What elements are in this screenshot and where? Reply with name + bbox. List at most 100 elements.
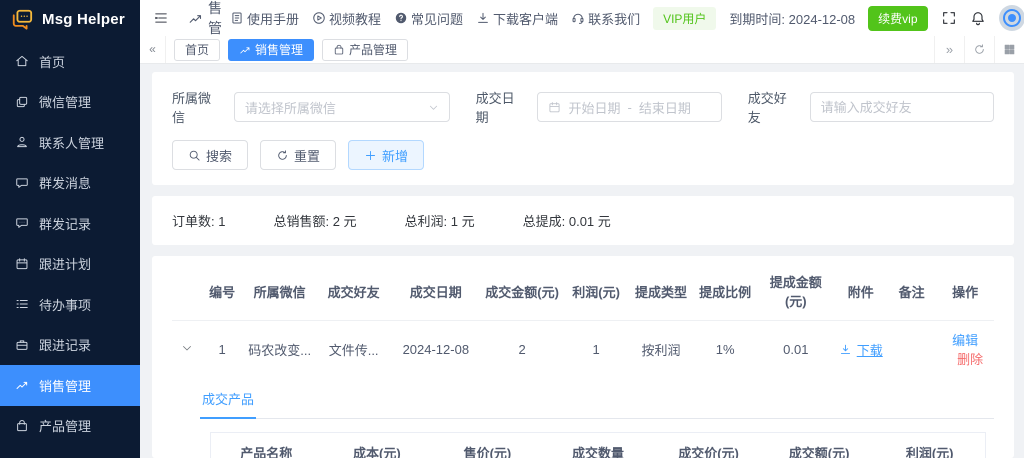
add-button[interactable]: 新增 <box>348 140 424 170</box>
table-header-row: 编号 所属微信 成交好友 成交日期 成交金额(元) 利润(元) 提成类型 提成比… <box>172 260 994 321</box>
add-button-label: 新增 <box>382 146 408 165</box>
delete-link[interactable]: 删除 <box>957 352 983 367</box>
tabs-scroll-right-icon[interactable]: » <box>934 36 964 63</box>
sub-header-product-name: 产品名称 <box>211 433 322 458</box>
header-friend: 成交好友 <box>317 260 391 321</box>
filter-buttons: 搜索 重置 新增 <box>172 140 994 170</box>
headset-icon <box>571 11 585 25</box>
page-content: 所属微信 请选择所属微信 成交日期 开始日期 - 结束日期 <box>140 64 1024 458</box>
sidebar-item-followup-plan[interactable]: 跟进计划 <box>0 244 140 285</box>
sidebar-item-sales[interactable]: 销售管理 <box>0 365 140 406</box>
cell-friend: 文件传... <box>317 321 391 378</box>
cell-commission-amount: 0.01 <box>757 321 834 378</box>
tab-sales[interactable]: 销售管理 <box>228 39 314 61</box>
cell-date: 2024-12-08 <box>391 321 481 378</box>
link-label: 下载客户端 <box>493 9 558 28</box>
expand-row-icon[interactable] <box>181 342 193 354</box>
notification-bell-icon[interactable] <box>970 10 986 26</box>
sidebar: Msg Helper 首页 微信管理 联系人管理 群发消息 群发记录 <box>0 0 140 458</box>
link-manual[interactable]: 使用手册 <box>230 9 299 28</box>
sales-chart-icon <box>15 378 29 392</box>
date-separator: - <box>627 100 631 115</box>
header-remark: 备注 <box>887 260 936 321</box>
header-amount: 成交金额(元) <box>481 260 563 321</box>
date-range-picker[interactable]: 开始日期 - 结束日期 <box>537 92 721 122</box>
filter-friend: 成交好友 <box>748 88 994 126</box>
play-circle-icon <box>312 11 326 25</box>
cell-wechat: 码农改变... <box>243 321 317 378</box>
search-button[interactable]: 搜索 <box>172 140 248 170</box>
plus-icon <box>364 149 377 162</box>
app-title: Msg Helper <box>42 11 125 28</box>
calendar-icon <box>548 101 561 114</box>
sidebar-item-wechat[interactable]: 微信管理 <box>0 82 140 123</box>
sidebar-item-products[interactable]: 产品管理 <box>0 406 140 447</box>
products-subtable: 产品名称 成本(元) 售价(元) 成交数量 成交价(元) 成交额(元) 利润(元… <box>211 433 985 458</box>
date-label: 成交日期 <box>476 88 527 126</box>
sidebar-item-label: 群发记录 <box>39 214 91 233</box>
sidebar-item-label: 微信管理 <box>39 92 91 111</box>
sidebar-item-todo[interactable]: 待办事项 <box>0 284 140 325</box>
link-contact-us[interactable]: 联系我们 <box>571 9 640 28</box>
sidebar-item-label: 跟进计划 <box>39 254 91 273</box>
date-end-placeholder: 结束日期 <box>639 98 691 117</box>
cell-remark <box>887 321 936 378</box>
fullscreen-icon[interactable] <box>941 10 957 26</box>
link-video-tutorial[interactable]: 视频教程 <box>312 9 381 28</box>
cell-attachment: 下载 <box>834 321 887 378</box>
link-label: 联系我们 <box>588 9 640 28</box>
sidebar-item-bulk-message[interactable]: 群发消息 <box>0 163 140 204</box>
tabs-layout-grid-icon[interactable] <box>994 36 1024 63</box>
tab-products[interactable]: 产品管理 <box>322 39 408 61</box>
user-avatar[interactable] <box>999 5 1024 31</box>
sidebar-item-home[interactable]: 首页 <box>0 41 140 82</box>
product-bag-icon <box>15 419 29 433</box>
link-label: 使用手册 <box>247 9 299 28</box>
detail-tab-products[interactable]: 成交产品 <box>200 381 256 419</box>
stat-total-commission: 总提成: 0.01 元 <box>523 211 611 230</box>
sub-header-price: 售价(元) <box>432 433 543 458</box>
sidebar-item-label: 待办事项 <box>39 295 91 314</box>
sidebar-item-followup-record[interactable]: 跟进记录 <box>0 325 140 366</box>
sidebar-menu: 首页 微信管理 联系人管理 群发消息 群发记录 跟进计划 <box>0 41 140 446</box>
tab-label: 产品管理 <box>349 41 397 58</box>
topbar: 销售管理 使用手册 视频教程 常见问题 下载客户端 <box>140 0 1024 36</box>
tabs-scroll-left-icon[interactable]: « <box>140 36 166 63</box>
download-attachment-link[interactable]: 下载 <box>839 340 883 359</box>
reset-button-label: 重置 <box>294 146 320 165</box>
link-faq[interactable]: 常见问题 <box>394 9 463 28</box>
header-operations: 操作 <box>936 260 994 321</box>
tab-label: 销售管理 <box>255 41 303 58</box>
friend-input[interactable] <box>821 100 983 115</box>
filter-wechat: 所属微信 请选择所属微信 <box>172 88 450 126</box>
todo-list-icon <box>15 297 29 311</box>
cell-operations: 编辑 删除 <box>936 321 994 378</box>
sub-header-deal-price: 成交价(元) <box>653 433 764 458</box>
sub-header-quantity: 成交数量 <box>543 433 654 458</box>
sidebar-item-bulk-record[interactable]: 群发记录 <box>0 203 140 244</box>
chat-history-icon <box>15 216 29 230</box>
edit-link[interactable]: 编辑 <box>952 333 978 348</box>
filter-date: 成交日期 开始日期 - 结束日期 <box>476 88 722 126</box>
tab-bag-icon <box>333 44 345 56</box>
reset-button[interactable]: 重置 <box>260 140 336 170</box>
link-download-client[interactable]: 下载客户端 <box>476 9 558 28</box>
sub-header-profit: 利润(元) <box>874 433 985 458</box>
sidebar-item-label: 销售管理 <box>39 376 91 395</box>
question-circle-icon <box>394 11 408 25</box>
filter-row: 所属微信 请选择所属微信 成交日期 开始日期 - 结束日期 <box>172 88 994 126</box>
sidebar-item-contacts[interactable]: 联系人管理 <box>0 122 140 163</box>
collapse-menu-icon[interactable] <box>152 11 170 25</box>
wechat-manage-icon <box>15 95 29 109</box>
briefcase-icon <box>15 338 29 352</box>
cell-expand <box>172 321 202 378</box>
tab-home[interactable]: 首页 <box>174 39 220 61</box>
search-button-label: 搜索 <box>206 146 232 165</box>
wechat-select[interactable]: 请选择所属微信 <box>234 92 450 122</box>
tabs-refresh-icon[interactable] <box>964 36 994 63</box>
header-commission-amount: 提成金额(元) <box>757 260 834 321</box>
renew-vip-button[interactable]: 续费vip <box>868 6 927 31</box>
header-date: 成交日期 <box>391 260 481 321</box>
link-label: 视频教程 <box>329 9 381 28</box>
contacts-icon <box>15 135 29 149</box>
